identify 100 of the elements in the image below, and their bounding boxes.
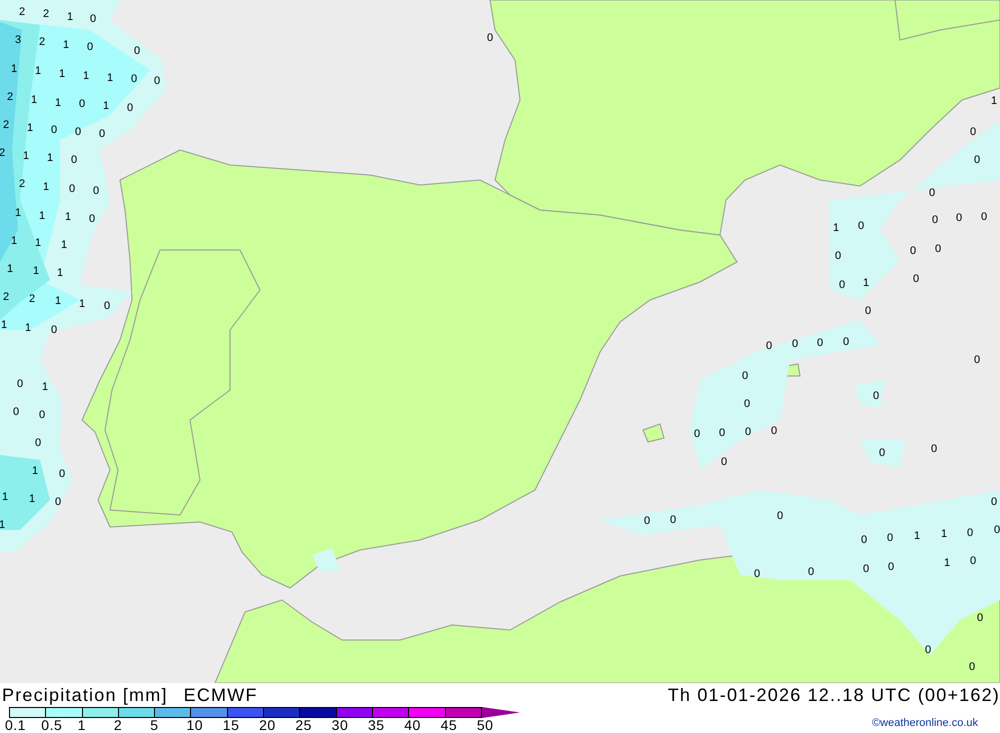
precipitation-value: 2 <box>6 91 14 103</box>
precipitation-value: 0 <box>878 447 886 459</box>
precipitation-value: 0 <box>98 128 106 140</box>
precipitation-value: 1 <box>24 322 32 334</box>
precipitation-value: 1 <box>944 557 950 569</box>
precipitation-value: 1 <box>28 493 36 505</box>
precipitation-value: 1 <box>2 491 8 503</box>
precipitation-value: 0 <box>976 612 984 624</box>
precipitation-value: 1 <box>54 295 62 307</box>
precipitation-value: 0 <box>980 211 988 223</box>
precipitation-value: 0 <box>994 524 1000 536</box>
legend-label: 50 <box>476 717 494 733</box>
precipitation-value: 0 <box>154 75 160 87</box>
precipitation-value: 1 <box>34 237 42 249</box>
precipitation-value: 1 <box>940 528 948 540</box>
precipitation-value: 1 <box>0 519 6 531</box>
legend-label: 0.1 <box>5 717 26 733</box>
precipitation-value: 2 <box>28 293 36 305</box>
precipitation-value: 0 <box>872 390 880 402</box>
precipitation-value: 1 <box>82 70 90 82</box>
precipitation-value: 2 <box>2 119 10 131</box>
precipitation-value: 0 <box>90 13 96 25</box>
precipitation-value: 0 <box>644 515 650 527</box>
precipitation-value: 0 <box>928 187 936 199</box>
precipitation-value: 0 <box>670 514 676 526</box>
precipitation-value: 2 <box>18 6 26 18</box>
precipitation-value: 1 <box>102 100 110 112</box>
precipitation-value: 0 <box>776 510 784 522</box>
precipitation-value: 0 <box>838 279 846 291</box>
precipitation-value: 0 <box>924 644 932 656</box>
precipitation-value: 0 <box>486 32 494 44</box>
precipitation-value: 1 <box>32 465 38 477</box>
legend-label: 25 <box>295 717 312 733</box>
precipitation-value: 2 <box>42 8 50 20</box>
precipitation-value: 0 <box>50 124 58 136</box>
model-name: ECMWF <box>184 684 258 706</box>
precipitation-value: 0 <box>834 250 842 262</box>
precipitation-value: 1 <box>10 235 18 247</box>
precipitation-value: 0 <box>74 126 82 138</box>
precipitation-value: 0 <box>34 437 42 449</box>
precipitation-value: 0 <box>930 443 938 455</box>
precipitation-value: 1 <box>0 319 8 331</box>
precipitation-value: 1 <box>10 63 18 75</box>
precipitation-value: 0 <box>966 527 974 539</box>
precipitation-value: 0 <box>842 336 850 348</box>
precipitation-value: 0 <box>718 427 726 439</box>
precipitation-value: 2 <box>38 36 46 48</box>
precipitation-value: 0 <box>54 496 62 508</box>
legend-label: 45 <box>440 717 458 733</box>
precipitation-value: 0 <box>12 406 20 418</box>
precipitation-value: 1 <box>38 210 46 222</box>
precipitation-value: 0 <box>16 378 24 390</box>
credit-link[interactable]: ©weatheronline.co.uk <box>872 717 978 729</box>
precipitation-value: 1 <box>34 65 42 77</box>
precipitation-value: 0 <box>720 456 728 468</box>
precipitation-value: 0 <box>92 185 100 197</box>
precipitation-value: 1 <box>106 72 114 84</box>
precipitation-value: 1 <box>914 530 920 542</box>
precipitation-value: 1 <box>6 263 14 275</box>
precipitation-value: 0 <box>770 425 778 437</box>
legend-label: 30 <box>332 717 348 733</box>
precipitation-value: 0 <box>816 337 824 349</box>
precipitation-value: 0 <box>134 45 140 57</box>
precipitation-value: 0 <box>862 563 870 575</box>
precipitation-value: 1 <box>56 267 64 279</box>
precipitation-value: 1 <box>832 222 840 234</box>
legend-label: 5 <box>150 717 158 733</box>
precipitation-value: 0 <box>860 534 868 546</box>
legend-label: 2 <box>114 717 122 733</box>
precipitation-value: 0 <box>808 566 814 578</box>
precipitation-value: 1 <box>64 211 72 223</box>
precipitation-value: 0 <box>932 214 938 226</box>
precipitation-value: 0 <box>910 245 916 257</box>
precipitation-value: 0 <box>956 212 962 224</box>
precipitation-value: 1 <box>862 277 870 289</box>
precipitation-value: 0 <box>58 468 66 480</box>
legend-label: 40 <box>404 717 421 733</box>
precipitation-value: 0 <box>766 340 772 352</box>
precipitation-value: 0 <box>70 154 78 166</box>
precipitation-value: 2 <box>2 291 10 303</box>
legend-label: 10 <box>186 717 204 733</box>
precipitation-value: 1 <box>30 94 38 106</box>
precipitation-value: 0 <box>934 243 942 255</box>
valid-time: Th 01-01-2026 12..18 UTC (00+162) <box>668 684 1000 706</box>
precipitation-value: 0 <box>50 324 58 336</box>
precipitation-value: 1 <box>990 95 998 107</box>
precipitation-value: 1 <box>62 39 70 51</box>
precipitation-value: 0 <box>970 555 976 567</box>
precipitation-value: 0 <box>754 568 760 580</box>
precipitation-value: 0 <box>88 213 96 225</box>
precipitation-value: 0 <box>974 154 980 166</box>
precipitation-value: 1 <box>60 239 68 251</box>
precipitation-value: 0 <box>888 561 894 573</box>
legend-label: 1 <box>78 717 86 733</box>
legend-label: 15 <box>222 717 240 733</box>
precipitation-value: 1 <box>26 122 34 134</box>
precipitation-value: 0 <box>912 273 920 285</box>
precipitation-value: 0 <box>970 126 976 138</box>
precipitation-value: 3 <box>14 34 22 46</box>
precipitation-value: 0 <box>742 370 748 382</box>
